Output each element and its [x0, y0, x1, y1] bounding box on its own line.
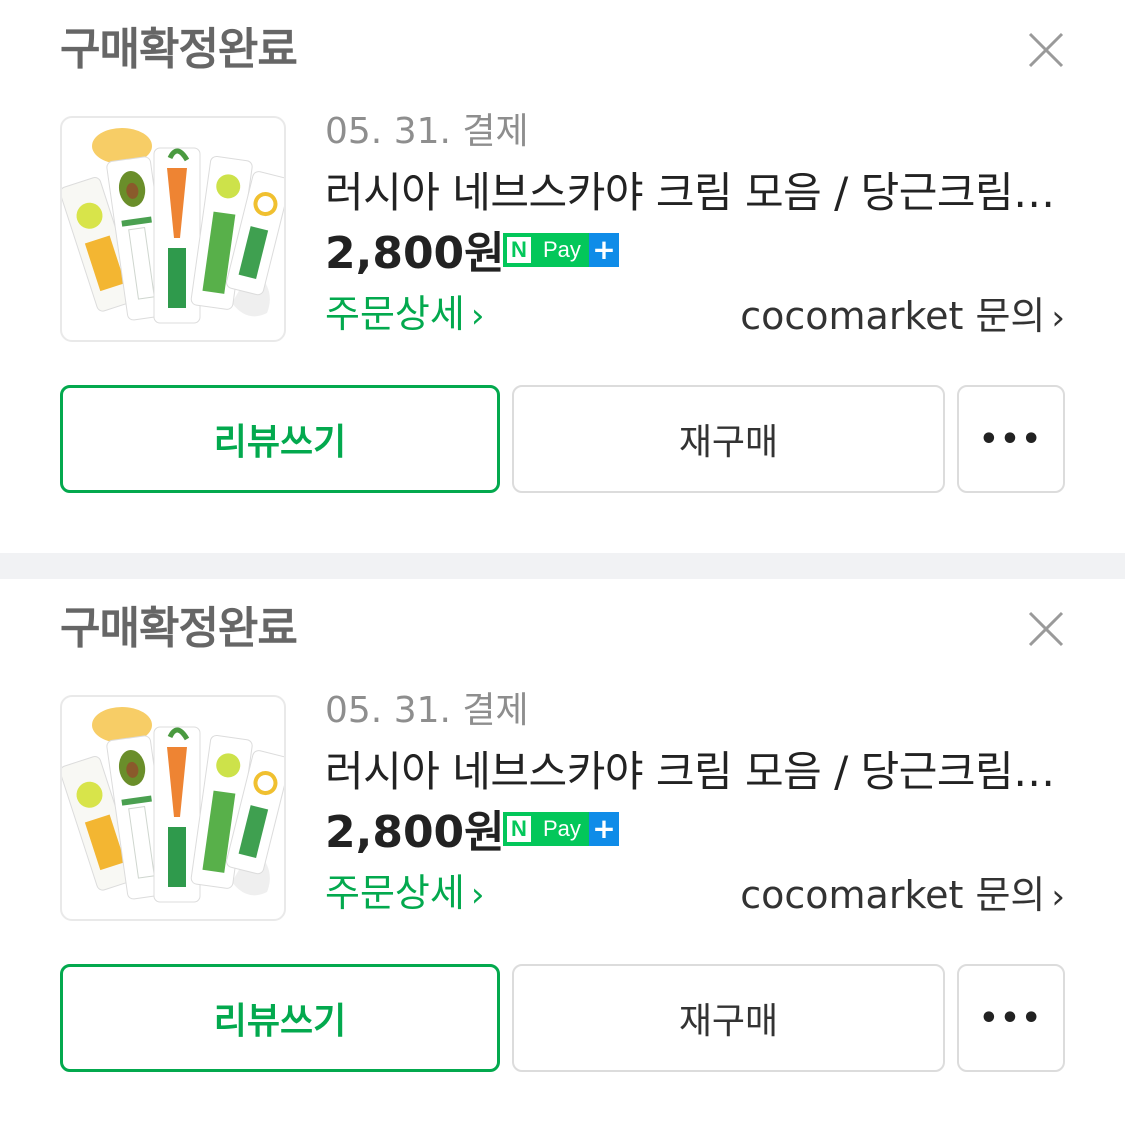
product-title[interactable]: 러시아 네브스카야 크림 모음 / 당근크림 아보카도	[325, 166, 1065, 220]
chevron-right-icon: ›	[470, 296, 485, 336]
payment-date: 05. 31. 결제	[325, 690, 529, 731]
more-options-button[interactable]: •••	[957, 385, 1065, 493]
seller-inquiry-link[interactable]: cocomarket 문의 ›	[740, 290, 1065, 344]
chevron-right-icon: ›	[1051, 298, 1065, 338]
write-review-button[interactable]: 리뷰쓰기	[60, 964, 500, 1072]
chevron-right-icon: ›	[1051, 877, 1065, 917]
order-status: 구매확정완료	[60, 24, 298, 75]
product-image	[62, 707, 284, 903]
npay-n-logo: N	[503, 233, 535, 267]
close-icon[interactable]	[1026, 30, 1066, 70]
product-title[interactable]: 러시아 네브스카야 크림 모음 / 당근크림 아보카도	[325, 745, 1065, 799]
chevron-right-icon: ›	[470, 875, 485, 915]
order-status: 구매확정완료	[60, 603, 298, 654]
npay-plus-badge: N Pay +	[503, 233, 619, 267]
product-image	[62, 128, 284, 324]
payment-date: 05. 31. 결제	[325, 111, 529, 152]
order-detail-label: 주문상세	[325, 871, 465, 915]
product-price: 2,800원	[325, 228, 505, 279]
write-review-button[interactable]: 리뷰쓰기	[60, 385, 500, 493]
order-detail-label: 주문상세	[325, 292, 465, 336]
order-detail-link[interactable]: 주문상세 ›	[325, 288, 484, 342]
npay-n-logo: N	[503, 812, 535, 846]
more-options-button[interactable]: •••	[957, 964, 1065, 1072]
order-card: 구매확정완료 05. 31. 결제 러시아 네브스카야 크림 모음 / 당근크림…	[0, 0, 1125, 553]
npay-plus-badge: N Pay +	[503, 812, 619, 846]
rebuy-button[interactable]: 재구매	[512, 964, 945, 1072]
section-divider	[0, 553, 1125, 579]
order-detail-link[interactable]: 주문상세 ›	[325, 867, 484, 921]
rebuy-button[interactable]: 재구매	[512, 385, 945, 493]
npay-pay-label: Pay	[535, 812, 589, 846]
product-thumbnail[interactable]	[60, 116, 286, 342]
npay-plus-icon: +	[588, 233, 619, 267]
npay-plus-icon: +	[588, 812, 619, 846]
seller-inquiry-label: cocomarket 문의	[740, 873, 1046, 917]
product-thumbnail[interactable]	[60, 695, 286, 921]
close-icon[interactable]	[1026, 609, 1066, 649]
product-price: 2,800원	[325, 807, 505, 858]
seller-inquiry-link[interactable]: cocomarket 문의 ›	[740, 869, 1065, 923]
order-card: 구매확정완료 05. 31. 결제 러시아 네브스카야 크림 모음 / 당근크림…	[0, 579, 1125, 1139]
seller-inquiry-label: cocomarket 문의	[740, 294, 1046, 338]
npay-pay-label: Pay	[535, 233, 589, 267]
